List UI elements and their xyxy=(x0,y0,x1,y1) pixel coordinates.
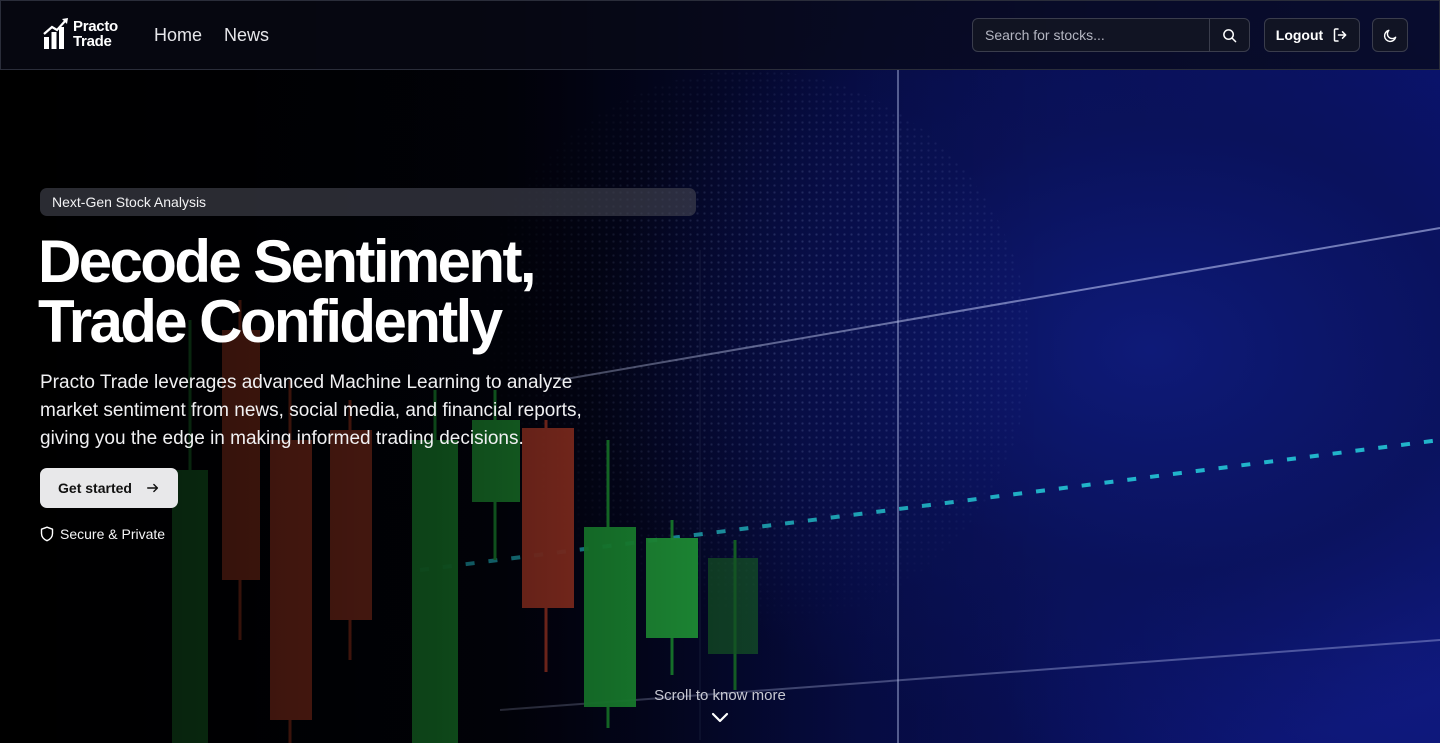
search-button[interactable] xyxy=(1209,19,1249,51)
hero-description: Practo Trade leverages advanced Machine … xyxy=(40,372,582,449)
get-started-label: Get started xyxy=(58,480,132,496)
get-started-button[interactable]: Get started xyxy=(40,468,178,508)
nav-link-news[interactable]: News xyxy=(224,25,269,46)
hero-title-line1: Decode Sentiment, xyxy=(38,228,537,295)
chevron-down-icon[interactable] xyxy=(711,711,729,725)
nav-link-home[interactable]: Home xyxy=(154,25,202,46)
brand-name: Practo Trade xyxy=(73,19,118,49)
top-navbar: Practo Trade Home News Logout xyxy=(0,0,1440,70)
hero-title-line2: Trade Confidently xyxy=(38,288,503,355)
secure-note: Secure & Private xyxy=(40,526,165,542)
shield-icon xyxy=(40,526,54,542)
scroll-hint[interactable]: Scroll to know more xyxy=(0,687,1440,704)
search-input[interactable] xyxy=(973,19,1209,51)
theme-toggle-button[interactable] xyxy=(1372,18,1408,52)
stock-search xyxy=(972,18,1250,52)
arrow-right-icon xyxy=(147,483,159,493)
brand-logo[interactable]: Practo Trade xyxy=(43,17,118,51)
search-icon xyxy=(1223,28,1237,42)
moon-icon xyxy=(1383,29,1396,42)
brand-name-line1: Practo xyxy=(73,18,118,35)
logout-button[interactable]: Logout xyxy=(1264,18,1360,52)
hero-title: Decode Sentiment, Trade Confidently xyxy=(38,228,537,355)
logout-icon xyxy=(1333,28,1347,42)
bar-chart-trend-icon xyxy=(43,18,68,49)
brand-name-line2: Trade xyxy=(73,33,112,50)
secure-label: Secure & Private xyxy=(60,526,166,542)
logout-label: Logout xyxy=(1275,27,1324,43)
hero-badge: Next-Gen Stock Analysis xyxy=(40,188,696,216)
